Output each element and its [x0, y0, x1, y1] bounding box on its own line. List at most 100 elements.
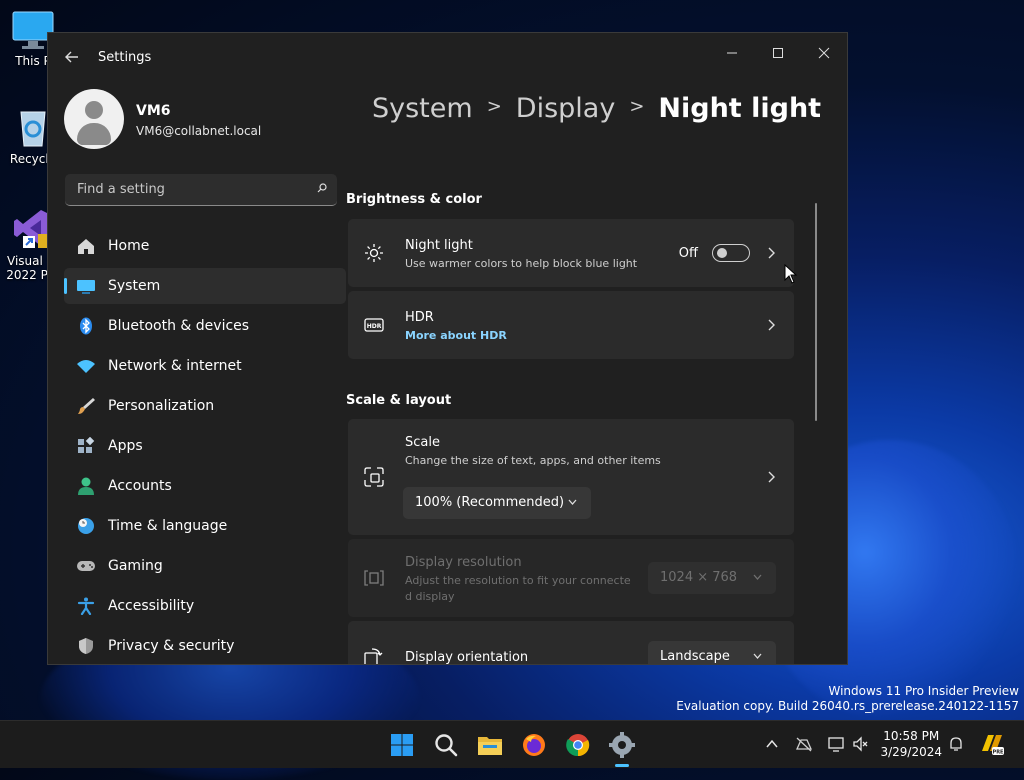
sidebar-item-label: Bluetooth & devices [108, 318, 250, 334]
bluetooth-icon [80, 317, 92, 335]
wifi-icon [77, 360, 95, 373]
firefox-button[interactable] [518, 729, 550, 761]
notification-icon[interactable] [947, 735, 965, 753]
scale-subtitle: Change the size of text, apps, and other… [405, 454, 661, 467]
close-button[interactable] [801, 41, 847, 69]
clock-time: 10:58 PM [883, 729, 940, 743]
night-light-state: Off [678, 246, 698, 261]
desktop-icon-label: This P [15, 54, 51, 68]
svg-text:HDR: HDR [367, 323, 382, 330]
scale-card[interactable]: Scale Change the size of text, apps, and… [348, 419, 794, 535]
scrollbar[interactable] [815, 203, 817, 421]
sidebar-item-apps[interactable]: Apps [64, 428, 346, 464]
sidebar-item-time-language[interactable]: Time & language [64, 508, 346, 544]
search-icon [435, 734, 458, 757]
profile-name: VM6 [136, 103, 171, 119]
sidebar-item-network[interactable]: Network & internet [64, 348, 346, 384]
display-icon[interactable] [827, 735, 845, 753]
os-watermark: Windows 11 Pro Insider Preview Evaluatio… [676, 684, 1019, 714]
chrome-icon [566, 734, 590, 757]
clock-date: 3/29/2024 [880, 745, 942, 759]
brightness-icon [365, 244, 383, 262]
taskbar-search-button[interactable] [430, 729, 462, 761]
sidebar-item-label: Time & language [108, 518, 228, 534]
scale-icon [364, 467, 384, 487]
mouse-cursor-icon [784, 264, 798, 284]
breadcrumb-system[interactable]: System [372, 93, 473, 124]
orientation-icon [364, 648, 383, 664]
user-profile[interactable]: VM6 VM6@collabnet.local [64, 89, 344, 153]
svg-text:PRE: PRE [993, 750, 1005, 756]
orientation-dropdown-value: Landscape [660, 649, 730, 664]
page-title: Night light [658, 93, 822, 124]
chrome-button[interactable] [562, 729, 594, 761]
chevron-right-icon [768, 319, 775, 331]
chevron-down-icon [753, 653, 762, 659]
accounts-icon [78, 477, 94, 495]
sidebar: VM6 VM6@collabnet.local Home System Blue… [48, 81, 346, 664]
sidebar-item-label: Personalization [108, 398, 215, 414]
sidebar-item-label: Accessibility [108, 598, 195, 614]
display-orientation-card[interactable]: Display orientation Landscape [348, 621, 794, 664]
resolution-icon [364, 570, 384, 586]
orientation-title: Display orientation [405, 650, 529, 664]
minimize-button[interactable] [709, 41, 755, 69]
maximize-icon [773, 48, 783, 58]
file-explorer-button[interactable] [474, 729, 506, 761]
search-box[interactable] [65, 174, 337, 206]
close-icon [818, 47, 830, 59]
minimize-icon [727, 52, 737, 54]
hdr-card[interactable]: HDR HDR More about HDR [348, 291, 794, 359]
sidebar-item-accessibility[interactable]: Accessibility [64, 588, 346, 624]
back-arrow-icon[interactable] [64, 49, 80, 65]
start-button[interactable] [386, 729, 418, 761]
orientation-dropdown[interactable]: Landscape [648, 641, 776, 664]
copilot-icon[interactable]: PRE [979, 731, 1005, 757]
breadcrumb: System > Display > Night light [372, 93, 821, 124]
resolution-subtitle-2: d display [405, 590, 455, 603]
watermark-line-1: Windows 11 Pro Insider Preview [828, 684, 1019, 698]
sidebar-item-label: Accounts [108, 478, 172, 494]
maximize-button[interactable] [755, 41, 801, 69]
title-bar[interactable]: Settings [48, 33, 847, 81]
sidebar-item-accounts[interactable]: Accounts [64, 468, 346, 504]
sidebar-item-label: System [108, 278, 161, 294]
sidebar-item-gaming[interactable]: Gaming [64, 548, 346, 584]
display-resolution-card: Display resolution Adjust the resolution… [348, 539, 794, 617]
sound-muted-icon[interactable] [852, 735, 870, 753]
globe-icon [78, 518, 94, 534]
scale-dropdown-value: 100% (Recommended) [415, 495, 565, 510]
resolution-subtitle-1: Adjust the resolution to fit your connec… [405, 574, 631, 587]
search-icon[interactable] [317, 183, 327, 193]
sidebar-item-label: Gaming [108, 558, 163, 574]
night-light-toggle[interactable] [712, 244, 750, 262]
sidebar-item-home[interactable]: Home [64, 228, 346, 264]
chevron-down-icon [568, 499, 577, 505]
apps-icon [78, 437, 95, 453]
chevron-down-icon [753, 574, 762, 580]
section-title-brightness: Brightness & color [346, 192, 482, 207]
scale-dropdown[interactable]: 100% (Recommended) [403, 487, 591, 519]
system-clock[interactable]: 10:58 PM 3/29/2024 [880, 728, 942, 760]
sidebar-item-label: Home [108, 238, 150, 254]
night-light-card[interactable]: Night light Use warmer colors to help bl… [348, 219, 794, 287]
system-icon [77, 280, 95, 294]
breadcrumb-separator: > [486, 96, 502, 117]
search-input[interactable] [75, 181, 309, 198]
chevron-up-icon[interactable] [763, 735, 781, 753]
gamepad-icon [77, 561, 95, 571]
breadcrumb-display[interactable]: Display [516, 93, 616, 124]
settings-taskbar-button[interactable] [606, 729, 638, 767]
avatar-body [77, 123, 111, 145]
sidebar-item-bluetooth[interactable]: Bluetooth & devices [64, 308, 346, 344]
home-icon [78, 239, 94, 254]
resolution-dropdown-value: 1024 × 768 [660, 570, 738, 585]
sidebar-item-label: Network & internet [108, 358, 242, 374]
hdr-more-link[interactable]: More about HDR [405, 329, 507, 342]
sidebar-item-system[interactable]: System [64, 268, 346, 304]
sidebar-item-privacy[interactable]: Privacy & security [64, 628, 346, 664]
sidebar-item-personalization[interactable]: Personalization [64, 388, 346, 424]
avatar-head [85, 101, 103, 119]
avatar [64, 89, 124, 149]
network-off-icon[interactable] [795, 735, 813, 753]
